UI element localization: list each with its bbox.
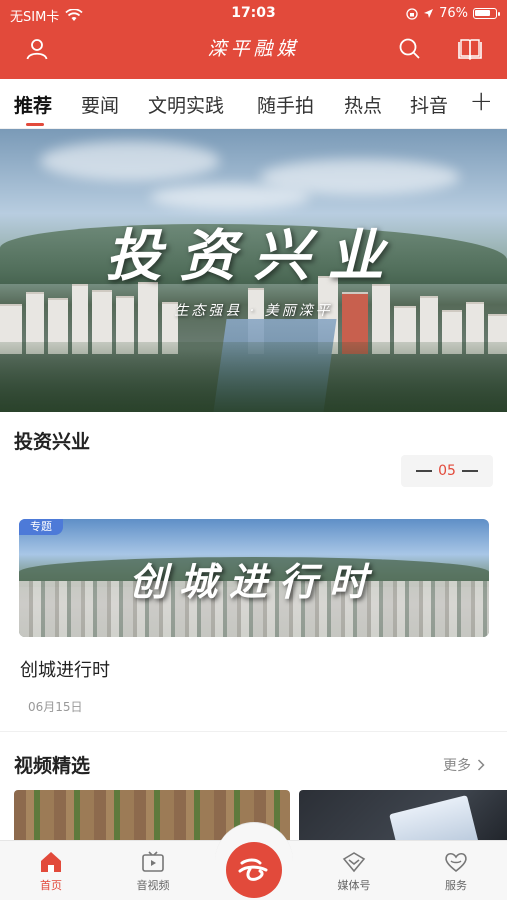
battery-percent: 76%: [439, 6, 468, 21]
more-label: 更多: [443, 758, 471, 774]
video-icon: [142, 851, 164, 872]
section-title: 投资兴业: [14, 431, 91, 453]
center-logo-button[interactable]: [226, 842, 282, 898]
banner-pager: 05: [401, 455, 493, 487]
search-icon[interactable]: [397, 36, 423, 62]
orientation-lock-icon: [406, 7, 418, 20]
tab-civilization[interactable]: 文明实践: [148, 91, 224, 118]
active-tab-indicator: [26, 123, 44, 126]
book-icon[interactable]: [457, 36, 483, 62]
hero-banner[interactable]: 投资兴业 生态强县 · 美丽滦平: [0, 129, 507, 412]
location-icon: [424, 9, 434, 18]
tab-recommend[interactable]: 推荐: [14, 91, 52, 118]
tab-hot[interactable]: 热点: [344, 91, 382, 118]
add-tab-icon[interactable]: +: [470, 87, 493, 115]
category-tabs: 推荐 要闻 文明实践 随手拍 热点 抖音 +: [0, 79, 507, 129]
nav-home[interactable]: 首页: [15, 849, 87, 893]
nav-service[interactable]: 服务: [420, 849, 492, 893]
tab-news[interactable]: 要闻: [81, 91, 119, 118]
nav-media-label: 媒体号: [337, 879, 371, 892]
nav-video[interactable]: 音视频: [117, 849, 189, 893]
media-icon: [342, 852, 366, 873]
app-title: 滦平融媒: [207, 38, 300, 60]
cloud: [150, 184, 310, 210]
pager-number: 05: [438, 463, 456, 479]
feature-card-image[interactable]: 创城进行时: [19, 519, 489, 637]
hero-title: 投资兴业: [105, 223, 402, 289]
heart-icon: [445, 852, 467, 873]
nav-video-label: 音视频: [136, 879, 170, 892]
topic-badge: 专题: [19, 519, 63, 535]
status-right: 76%: [406, 6, 500, 21]
video-section-title: 视频精选: [14, 755, 91, 777]
more-link[interactable]: 更多: [443, 755, 485, 775]
app-header: 无SIM卡 17:03 76% 滦平融媒: [0, 0, 507, 79]
nav-home-label: 首页: [40, 879, 62, 892]
hero-subtitle: 生态强县 · 美丽滦平: [174, 303, 333, 319]
battery-icon: [473, 8, 500, 19]
card-date: 06月15日: [28, 700, 83, 714]
nav-media[interactable]: 媒体号: [318, 849, 390, 893]
tab-snapshot[interactable]: 随手拍: [257, 91, 314, 118]
pager-dash: [416, 470, 433, 472]
home-icon: [41, 852, 61, 872]
nav-service-label: 服务: [445, 879, 467, 892]
hero-trees: [0, 342, 507, 412]
cloud: [40, 141, 220, 181]
title-bar: 滦平融媒: [0, 28, 507, 79]
divider: [0, 731, 507, 732]
app-logo-icon: [238, 858, 268, 881]
pager-dash: [461, 470, 478, 472]
card-title[interactable]: 创城进行时: [20, 656, 110, 682]
tab-douyin[interactable]: 抖音: [410, 91, 448, 118]
status-bar: 无SIM卡 17:03 76%: [0, 0, 507, 28]
card-image-title: 创城进行时: [128, 559, 379, 604]
chevron-right-icon: [477, 759, 485, 771]
